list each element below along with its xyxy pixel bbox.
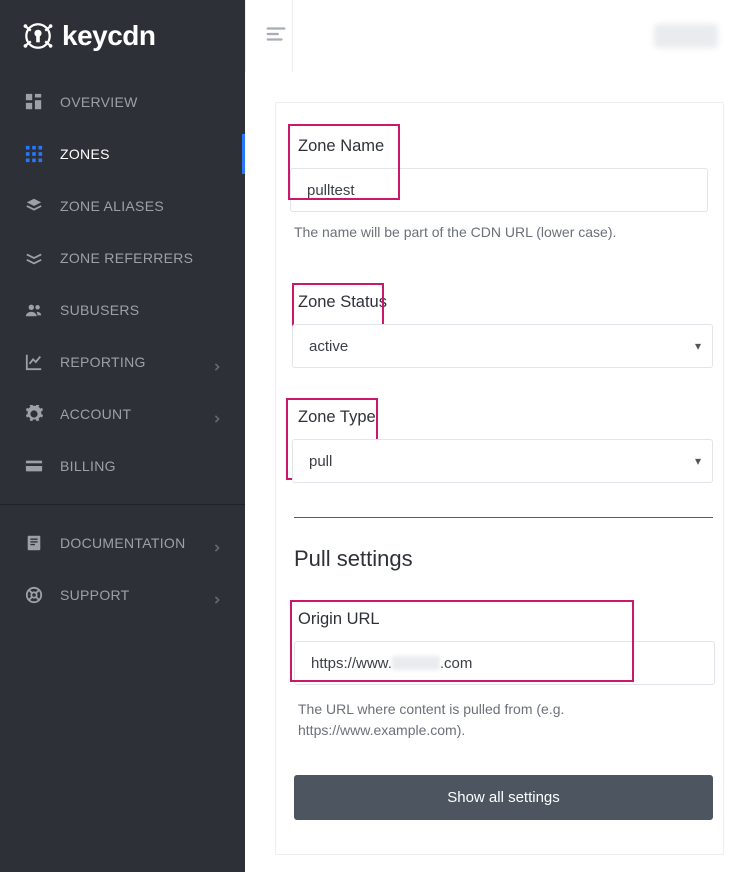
origin-url-input[interactable]: https://www. .com bbox=[294, 641, 715, 685]
show-all-settings-button[interactable]: Show all settings bbox=[294, 775, 713, 820]
users-icon bbox=[24, 300, 44, 320]
keycdn-logo-icon bbox=[20, 18, 56, 54]
chevron-right-icon bbox=[213, 358, 221, 366]
sidebar-item-label: SUBUSERS bbox=[60, 302, 221, 318]
dashboard-icon bbox=[24, 92, 44, 112]
sidebar-item-zone-aliases[interactable]: ZONE ALIASES bbox=[0, 180, 245, 232]
sidebar-item-documentation[interactable]: DOCUMENTATION bbox=[0, 517, 245, 569]
sidebar-item-subusers[interactable]: SUBUSERS bbox=[0, 284, 245, 336]
layers-icon bbox=[24, 248, 44, 268]
sidebar-item-billing[interactable]: BILLING bbox=[0, 440, 245, 492]
lifebuoy-icon bbox=[24, 585, 44, 605]
chevron-right-icon bbox=[213, 539, 221, 547]
sidebar-item-label: ZONES bbox=[60, 146, 221, 162]
layers-icon bbox=[24, 196, 44, 216]
origin-url-value-suffix: .com bbox=[440, 655, 473, 672]
logo[interactable]: keycdn bbox=[0, 0, 245, 76]
menu-toggle-icon[interactable] bbox=[265, 23, 287, 50]
sidebar-item-support[interactable]: SUPPORT bbox=[0, 569, 245, 621]
chevron-right-icon bbox=[213, 591, 221, 599]
sidebar-item-label: SUPPORT bbox=[60, 587, 197, 603]
main-content: Zone Name The name will be part of the C… bbox=[245, 0, 736, 872]
origin-url-label: Origin URL bbox=[292, 610, 713, 641]
brand-name: keycdn bbox=[62, 20, 156, 52]
sidebar-item-label: DOCUMENTATION bbox=[60, 535, 197, 551]
zone-status-select[interactable]: active bbox=[292, 324, 713, 368]
sidebar-item-label: ACCOUNT bbox=[60, 406, 197, 422]
pull-settings-heading: Pull settings bbox=[294, 546, 713, 572]
chart-icon bbox=[24, 352, 44, 372]
section-divider bbox=[294, 517, 713, 518]
sidebar-item-zone-referrers[interactable]: ZONE REFERRERS bbox=[0, 232, 245, 284]
nav-divider bbox=[0, 504, 245, 505]
main-nav: OVERVIEW ZONES ZONE ALIASES ZONE REFERRE… bbox=[0, 76, 245, 872]
gear-icon bbox=[24, 404, 44, 424]
zone-form-card: Zone Name The name will be part of the C… bbox=[275, 102, 724, 855]
origin-url-blurred bbox=[392, 656, 440, 670]
topbar-user[interactable] bbox=[654, 24, 718, 48]
sidebar-item-account[interactable]: ACCOUNT bbox=[0, 388, 245, 440]
sidebar-item-label: ZONE REFERRERS bbox=[60, 250, 221, 266]
sidebar-item-overview[interactable]: OVERVIEW bbox=[0, 76, 245, 128]
sidebar-item-label: BILLING bbox=[60, 458, 221, 474]
sidebar-item-label: OVERVIEW bbox=[60, 94, 221, 110]
document-icon bbox=[24, 533, 44, 553]
sidebar-item-reporting[interactable]: REPORTING bbox=[0, 336, 245, 388]
grid-icon bbox=[24, 144, 44, 164]
zone-name-hint: The name will be part of the CDN URL (lo… bbox=[294, 222, 723, 243]
zone-name-input[interactable] bbox=[290, 168, 708, 212]
sidebar-item-label: ZONE ALIASES bbox=[60, 198, 221, 214]
origin-url-value-prefix: https://www. bbox=[311, 655, 392, 672]
credit-card-icon bbox=[24, 456, 44, 476]
zone-status-label: Zone Status bbox=[292, 293, 713, 324]
sidebar-item-zones[interactable]: ZONES bbox=[0, 128, 245, 180]
sidebar: keycdn OVERVIEW ZONES ZONE ALIASES ZONE … bbox=[0, 0, 245, 872]
zone-name-label: Zone Name bbox=[290, 137, 723, 168]
sidebar-item-label: REPORTING bbox=[60, 354, 197, 370]
zone-type-label: Zone Type bbox=[288, 408, 713, 439]
topbar bbox=[245, 0, 736, 72]
chevron-right-icon bbox=[213, 410, 221, 418]
origin-url-hint: The URL where content is pulled from (e.… bbox=[298, 699, 618, 741]
zone-type-select[interactable]: pull bbox=[292, 439, 713, 483]
user-badge bbox=[654, 24, 718, 48]
